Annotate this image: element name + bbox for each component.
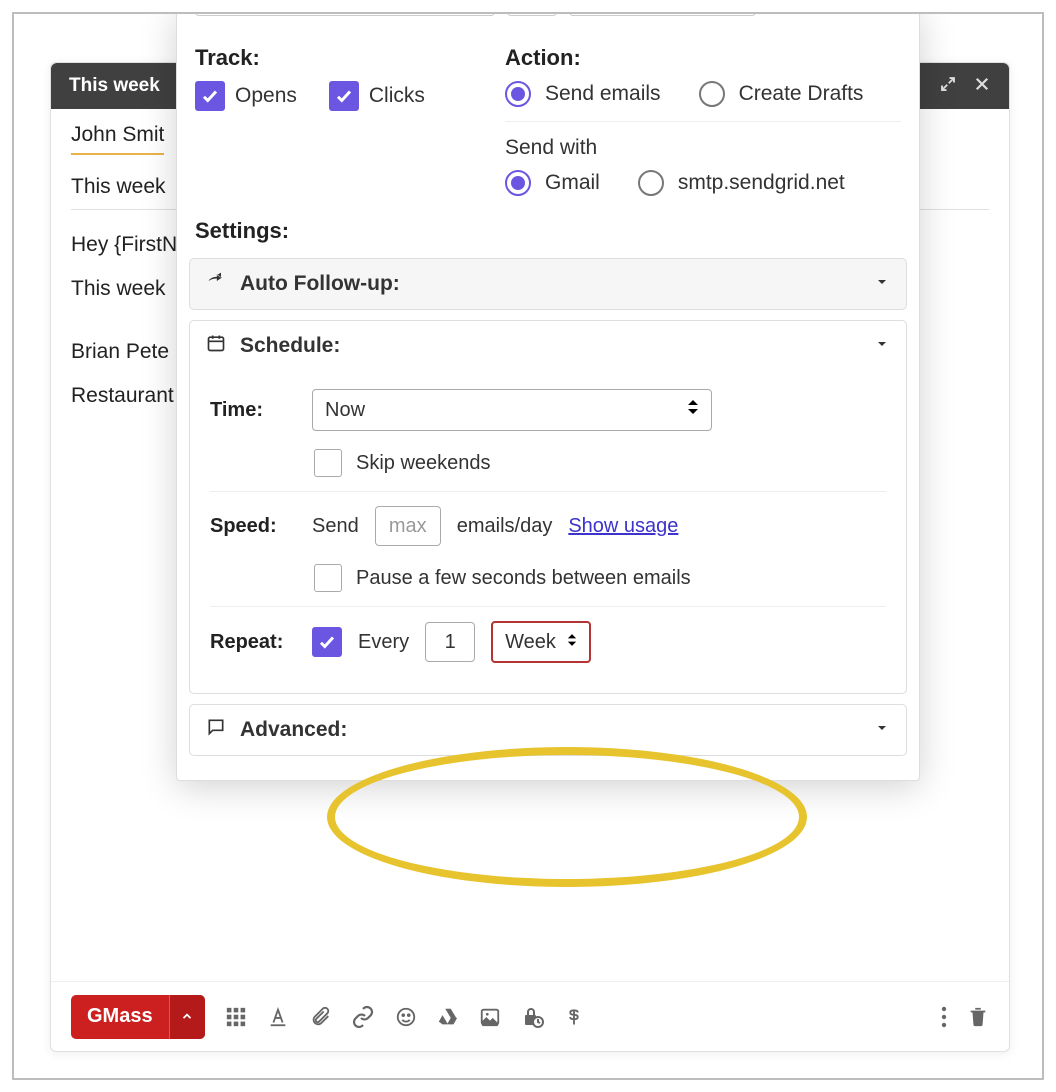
track-column: Track: Opens Clicks [195,45,505,196]
link-icon[interactable] [351,1005,375,1029]
comment-icon [206,717,226,743]
sendgrid-label: smtp.sendgrid.net [678,171,845,195]
time-select[interactable]: Now [312,389,712,431]
send-emails-label: Send emails [545,82,661,106]
recipient-chip[interactable]: John Smit [71,123,164,155]
share-icon [206,271,226,297]
opens-checkbox[interactable] [195,81,225,111]
pause-checkbox[interactable] [314,564,342,592]
auto-followup-title: Auto Follow-up: [240,272,400,296]
gmass-settings-panel: Select Field Unsubscribe Link Track: Ope… [176,12,920,781]
speed-row: Speed: Send max emails/day Show usage [210,491,886,560]
send-with-label: Send with [505,136,901,160]
calendar-icon [206,333,226,359]
repeat-unit-select[interactable]: Week [491,621,591,663]
skip-weekends-label: Skip weekends [356,452,491,475]
show-usage-link[interactable]: Show usage [568,515,678,538]
text-format-icon[interactable] [267,1006,289,1028]
search-button[interactable] [507,12,557,16]
dollar-icon[interactable] [565,1006,583,1028]
repeat-row: Repeat: Every 1 Week [210,606,886,677]
clicks-checkbox[interactable] [329,81,359,111]
compose-toolbar: GMass [51,981,1009,1051]
more-icon[interactable] [941,1006,947,1028]
repeat-value: 1 [445,631,456,654]
time-label: Time: [210,399,296,422]
pause-label: Pause a few seconds between emails [356,567,691,590]
track-label: Track: [195,45,505,71]
skip-weekends-row: Skip weekends [210,445,886,491]
speed-suffix: emails/day [457,515,553,538]
settings-label: Settings: [177,204,919,254]
maximize-icon[interactable] [939,75,957,98]
repeat-unit-value: Week [505,631,556,654]
time-value: Now [325,399,365,422]
emoji-icon[interactable] [395,1006,417,1028]
gmass-label: GMass [71,995,169,1039]
schedule-title: Schedule: [240,334,340,358]
action-column: Action: Send emails Create Drafts Send w… [505,45,901,196]
action-label: Action: [505,45,901,71]
grid-icon[interactable] [225,1006,247,1028]
chevron-down-icon [874,272,890,296]
gmail-radio[interactable] [505,170,531,196]
chevron-down-icon [874,334,890,358]
sendgrid-radio[interactable] [638,170,664,196]
repeat-checkbox[interactable] [312,627,342,657]
gmail-label: Gmail [545,171,600,195]
gmass-dropdown-icon[interactable] [169,995,205,1039]
speed-placeholder: max [389,515,427,538]
clicks-label: Clicks [369,84,425,108]
speed-label: Speed: [210,515,296,538]
send-emails-radio[interactable] [505,81,531,107]
updown-icon [687,398,699,422]
compose-title: This week [69,75,160,97]
drive-icon[interactable] [437,1006,459,1028]
speed-send: Send [312,515,359,538]
opens-label: Opens [235,84,297,108]
create-drafts-label: Create Drafts [739,82,864,106]
auto-followup-accordion[interactable]: Auto Follow-up: [189,258,907,310]
updown-icon [567,631,577,654]
schedule-accordion: Schedule: Time: Now Skip weekends [189,320,907,694]
lock-clock-icon[interactable] [521,1005,545,1029]
trash-icon[interactable] [967,1006,989,1028]
create-drafts-radio[interactable] [699,81,725,107]
advanced-accordion[interactable]: Advanced: [189,704,907,756]
schedule-header[interactable]: Schedule: [190,321,906,371]
skip-weekends-checkbox[interactable] [314,449,342,477]
chevron-down-icon [874,718,890,742]
repeat-interval-input[interactable]: 1 [425,622,475,662]
time-row: Time: Now [210,373,886,445]
unsubscribe-link-button[interactable]: Unsubscribe Link [569,12,756,16]
repeat-label: Repeat: [210,631,296,654]
close-icon[interactable] [973,75,991,98]
repeat-every: Every [358,631,409,654]
panel-top-row: Select Field Unsubscribe Link [177,12,919,29]
advanced-title: Advanced: [240,718,347,742]
image-icon[interactable] [479,1006,501,1028]
speed-input[interactable]: max [375,506,441,546]
attachment-icon[interactable] [309,1006,331,1028]
pause-row: Pause a few seconds between emails [210,560,886,606]
gmass-button[interactable]: GMass [71,995,205,1039]
merge-field-select[interactable]: Select Field [195,12,495,16]
